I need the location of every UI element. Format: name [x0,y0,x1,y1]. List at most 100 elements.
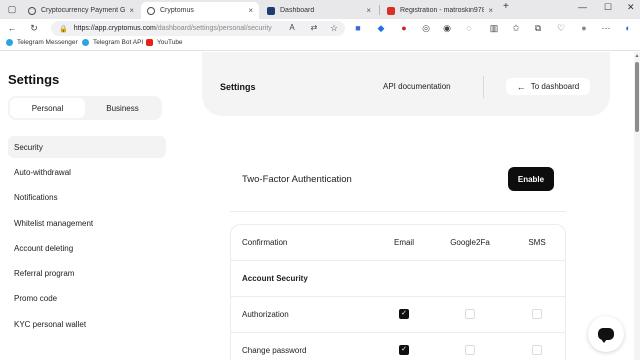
back-icon[interactable]: ← [6,22,18,34]
minimize-button[interactable]: — [578,2,587,12]
header-divider [483,76,484,98]
tab-title: Cryptocurrency Payment Gatewa [41,7,126,14]
authorization-email-checkbox[interactable]: ✓ [399,309,409,319]
scroll-up-icon[interactable]: ▲ [634,53,640,59]
read-aloud-icon[interactable]: A [286,22,298,34]
close-tab-icon[interactable]: × [129,6,134,15]
new-tab-button[interactable]: + [503,1,509,12]
extension-icon[interactable]: ◉ [441,22,453,34]
authorization-sms-checkbox[interactable] [532,309,542,319]
bookmarks-bar: Telegram Messenger Telegram Bot API YouT… [0,37,640,51]
change-password-google2fa-checkbox[interactable] [465,345,475,355]
bookmark-youtube[interactable]: YouTube [146,39,183,46]
column-header-sms: SMS [528,238,546,247]
sidebar-item-label: Referral program [14,268,75,278]
sidebar-item-whitelist[interactable]: Whitelist management [8,212,166,234]
account-type-switch: Personal Business [8,96,162,120]
telegram-icon [6,39,13,46]
column-header-google2fa: Google2Fa [450,238,490,247]
dashboard-favicon-icon [267,6,275,15]
sidebar-item-auto-withdrawal[interactable]: Auto-withdrawal [8,161,166,183]
collections-icon[interactable]: ⧉ [532,22,544,34]
change-password-sms-checkbox[interactable] [532,345,542,355]
cryptomus-favicon-icon [28,6,36,15]
sidebar-item-referral[interactable]: Referral program [8,262,166,284]
support-chat-button[interactable] [588,316,624,352]
sidebar-item-account-deleting[interactable]: Account deleting [8,237,166,259]
table-row: Authorization ✓ [231,297,565,333]
page-scrollbar[interactable]: ▲ [634,52,640,360]
enable-2fa-button[interactable]: Enable [508,167,554,191]
extension-icon[interactable]: ◌ [463,22,475,34]
gmail-favicon-icon [387,6,395,15]
sidebar-item-label: Account deleting [14,243,74,253]
cryptomus-favicon-icon [147,6,155,15]
sidebar-item-label: KYC personal wallet [14,319,87,329]
tab-registration[interactable]: Registration - matroskin978@gm × [381,2,499,19]
bookmark-telegram-messenger[interactable]: Telegram Messenger [6,39,78,46]
close-tab-icon[interactable]: × [248,6,253,15]
change-password-email-checkbox[interactable]: ✓ [399,345,409,355]
tab-cryptomus[interactable]: Cryptomus × [141,2,259,19]
tab-title: Cryptomus [160,7,194,14]
tab-actions-icon[interactable]: ▢ [6,3,18,15]
sidebar-item-security[interactable]: Security [8,136,166,158]
settings-header-card: Settings API documentation ← To dashboar… [202,52,610,116]
shield-icon[interactable]: ◆ [375,22,387,34]
close-window-button[interactable]: ✕ [627,2,635,13]
favorite-star-icon[interactable]: ☆ [328,22,340,34]
sidebar-item-label: Notifications [14,192,58,202]
adblock-icon[interactable]: ● [398,22,410,34]
address-bar[interactable]: 🔒 https://app.cryptomus.com/dashboard/se… [51,21,345,36]
bookmark-label: YouTube [157,39,183,46]
bookmark-label: Telegram Bot API [93,39,144,46]
translate-icon[interactable]: ⇄ [308,22,320,34]
close-tab-icon[interactable]: × [488,6,493,15]
sidebar-item-label: Promo code [14,293,58,303]
segment-personal[interactable]: Personal [10,98,85,118]
page-title: Settings [220,82,256,92]
tab-separator [379,5,380,15]
sidebar-item-label: Security [14,142,43,152]
tab-title: Dashboard [280,7,315,14]
api-documentation-link[interactable]: API documentation [383,82,451,91]
sidebar-item-kyc-wallet[interactable]: KYC personal wallet [8,313,166,335]
split-screen-icon[interactable]: ▥ [488,22,500,34]
segment-business[interactable]: Business [85,98,160,118]
bookmark-telegram-bot-api[interactable]: Telegram Bot API [82,39,143,46]
browser-essentials-icon[interactable]: ♡ [555,22,567,34]
extension-icon[interactable]: ■ [352,22,364,34]
chat-bubble-icon [598,328,614,343]
favorites-icon[interactable]: ✩ [510,22,522,34]
refresh-icon[interactable]: ↻ [28,22,40,34]
profile-avatar-icon[interactable]: ● [578,22,590,34]
close-tab-icon[interactable]: × [366,6,371,15]
table-row: Change password ✓ [231,333,565,360]
url-host: https://app.cryptomus.com [73,25,156,32]
section-divider [230,211,566,212]
to-dashboard-button[interactable]: ← To dashboard [506,78,590,95]
bookmark-label: Telegram Messenger [17,39,78,46]
youtube-icon [146,39,153,46]
tab-dashboard[interactable]: Dashboard × [261,2,377,19]
row-label-authorization: Authorization [242,310,289,319]
more-menu-icon[interactable]: ⋯ [600,22,612,34]
tab-cryptocurrency-gateway[interactable]: Cryptocurrency Payment Gatewa × [22,2,140,19]
tab-title: Registration - matroskin978@gm [400,7,485,14]
copilot-icon[interactable]: ◐ [622,22,634,34]
maximize-button[interactable]: ☐ [604,2,612,13]
arrow-left-icon: ← [516,81,526,92]
confirmation-table: Confirmation Email Google2Fa SMS Account… [230,224,566,360]
sidebar-title: Settings [8,72,60,87]
scrollbar-thumb[interactable] [635,62,639,132]
sidebar-item-notifications[interactable]: Notifications [8,186,166,208]
telegram-icon [82,39,89,46]
sidebar-item-promo-code[interactable]: Promo code [8,287,166,309]
extension-icon[interactable]: ◎ [420,22,432,34]
url-path: /dashboard/settings/personal/security [155,25,272,32]
authorization-google2fa-checkbox[interactable] [465,309,475,319]
sidebar-item-label: Whitelist management [14,218,94,228]
sidebar-item-label: Auto-withdrawal [14,167,71,177]
browser-tab-strip: ▢ Cryptocurrency Payment Gatewa × Crypto… [0,0,640,19]
row-label-change-password: Change password [242,346,307,355]
